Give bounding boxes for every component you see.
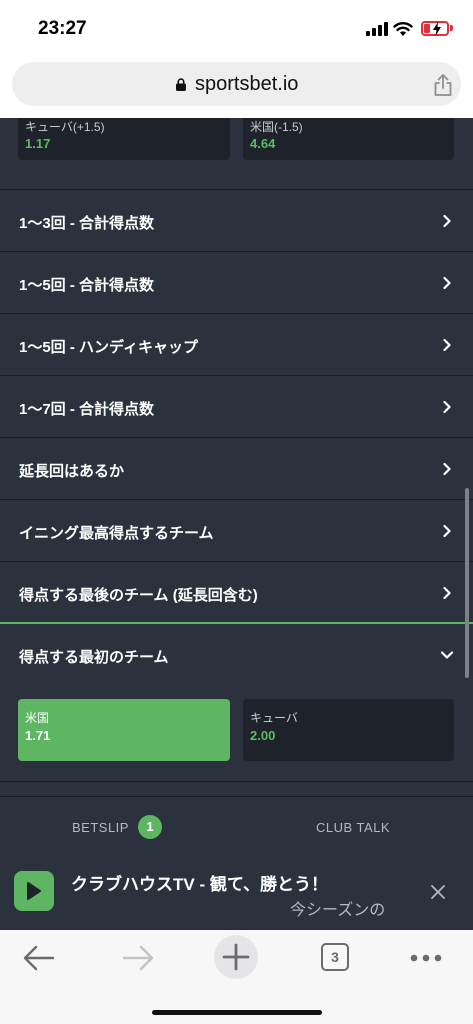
market-row[interactable]: 延長回はあるか (0, 437, 473, 499)
share-icon[interactable] (432, 73, 454, 97)
chevron-right-icon (443, 215, 451, 227)
battery-nub (450, 25, 453, 31)
market-title: 1〜5回 - ハンディキャップ (19, 339, 198, 356)
betslip-bar: BETSLIP 1 CLUB TALK (0, 796, 473, 856)
market-row[interactable]: 得点する最後のチーム (延長回含む) (0, 561, 473, 623)
market-title: 1〜5回 - 合計得点数 (19, 277, 155, 294)
market-row[interactable]: 1〜5回 - ハンディキャップ (0, 313, 473, 375)
chevron-right-icon (443, 525, 451, 537)
tab-count-button[interactable]: 3 (321, 943, 349, 971)
chevron-right-icon (443, 463, 451, 475)
chevron-right-icon (443, 587, 451, 599)
chevron-down-icon (441, 651, 453, 659)
market-row-open[interactable]: 得点する最初のチーム (0, 622, 473, 684)
close-icon[interactable] (430, 884, 446, 900)
promo-subtitle: 今シーズンの (290, 902, 386, 919)
club-talk-tab[interactable]: CLUB TALK (316, 820, 390, 835)
scrollbar[interactable] (465, 488, 469, 678)
status-bar: 23:27 (0, 0, 473, 58)
back-arrow-icon[interactable] (22, 944, 56, 972)
chevron-right-icon (443, 339, 451, 351)
battery-icon (421, 21, 449, 36)
chevron-right-icon (443, 401, 451, 413)
market-title: 延長回はあるか (19, 463, 125, 480)
status-time: 23:27 (38, 18, 87, 39)
odds-card-first-team-cuba[interactable]: キューバ 2.00 (243, 699, 454, 761)
market-list: キューバ(+1.5) 1.17 米国(-1.5) 4.64 1〜3回 - 合計得… (0, 118, 473, 796)
market-row[interactable]: 1〜7回 - 合計得点数 (0, 375, 473, 437)
lock-icon (176, 78, 186, 91)
odds-card-usa-handicap[interactable]: 米国(-1.5) 4.64 (243, 118, 454, 160)
home-indicator (152, 1010, 322, 1015)
odds-value: 1.71 (25, 728, 51, 743)
betslip-tab[interactable]: BETSLIP (72, 820, 129, 835)
url-text: sportsbet.io (195, 73, 299, 95)
odds-value: 4.64 (250, 136, 276, 151)
more-icon[interactable] (410, 954, 442, 962)
address-bar[interactable]: sportsbet.io (12, 62, 461, 106)
betslip-count-badge: 1 (138, 815, 162, 839)
wifi-icon (393, 22, 413, 36)
new-tab-button[interactable] (214, 935, 258, 979)
odds-card-cuba-handicap[interactable]: キューバ(+1.5) 1.17 (18, 118, 230, 160)
promo-title: クラブハウスTV - 観て、勝とう！ (71, 875, 328, 894)
chevron-right-icon (443, 277, 451, 289)
market-title: イニング最高得点するチーム (19, 525, 214, 542)
odds-label: キューバ(+1.5) (25, 120, 105, 134)
odds-card-first-team-usa[interactable]: 米国 1.71 (18, 699, 230, 761)
market-row[interactable]: 1〜3回 - 合計得点数 (0, 189, 473, 251)
market-title: 1〜7回 - 合計得点数 (19, 401, 155, 418)
odds-label: 米国(-1.5) (250, 120, 303, 134)
market-row (0, 781, 473, 796)
odds-label: キューバ (250, 711, 298, 725)
forward-arrow-icon[interactable] (121, 944, 155, 972)
market-row[interactable]: 1〜5回 - 合計得点数 (0, 251, 473, 313)
signal-icon (366, 22, 388, 36)
browser-toolbar: 3 (0, 930, 473, 1024)
play-icon (14, 871, 54, 911)
market-title: 得点する最初のチーム (19, 649, 169, 666)
plus-icon (222, 943, 250, 971)
market-title: 1〜3回 - 合計得点数 (19, 215, 155, 232)
odds-label: 米国 (25, 711, 50, 725)
browser-url-area: sportsbet.io (0, 58, 473, 118)
market-row[interactable]: イニング最高得点するチーム (0, 499, 473, 561)
odds-value: 1.17 (25, 136, 51, 151)
market-title: 得点する最後のチーム (延長回含む) (19, 587, 258, 604)
promo-banner[interactable]: クラブハウスTV - 観て、勝とう！ 今シーズンの (0, 856, 473, 930)
odds-value: 2.00 (250, 728, 276, 743)
